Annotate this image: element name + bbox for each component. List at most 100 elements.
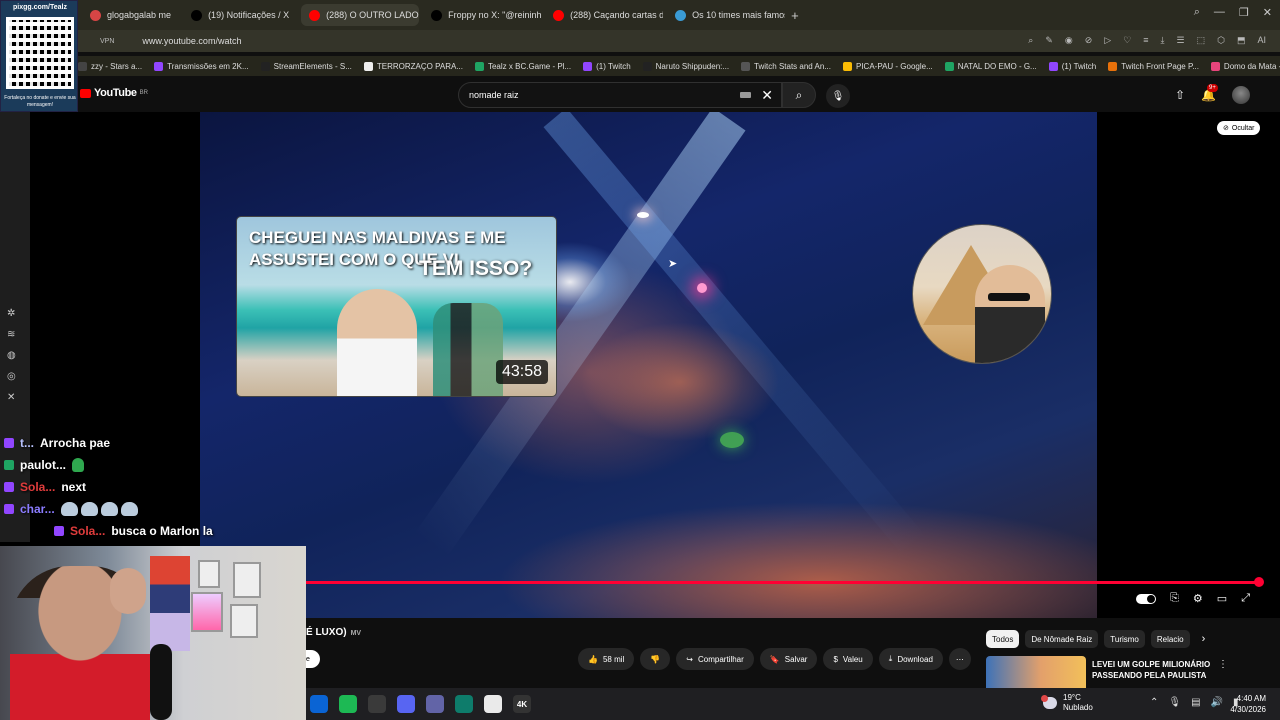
- restore-icon[interactable]: ❐: [1239, 6, 1249, 19]
- play-icon[interactable]: ▷: [1104, 35, 1111, 46]
- share-button[interactable]: ↪ Compartilhar: [676, 648, 754, 670]
- browser-tab[interactable]: Froppy no X: "@reininh: [423, 4, 541, 26]
- bookmark-item[interactable]: Twitch Front Page P...: [1108, 61, 1199, 71]
- browser-tab[interactable]: (288) Caçando cartas de: [545, 4, 663, 26]
- search-box[interactable]: nomade raiz ✕: [458, 82, 782, 108]
- browser-tab[interactable]: glogabgalab me: [82, 4, 179, 26]
- endscreen-channel-card[interactable]: [912, 224, 1052, 364]
- stack-icon[interactable]: ≋: [7, 329, 16, 340]
- ai-icon[interactable]: AI: [1257, 35, 1266, 46]
- account-avatar[interactable]: [1232, 86, 1250, 104]
- extensions-icon[interactable]: ⬚: [1197, 35, 1206, 46]
- taskbar-app-app-red-icon[interactable]: [368, 695, 386, 713]
- dislike-button[interactable]: 👎: [640, 648, 671, 670]
- search-tabs-icon[interactable]: ⌕: [1194, 6, 1200, 19]
- subscribe-button[interactable]: e: [306, 650, 320, 668]
- autoplay-toggle[interactable]: [1136, 593, 1157, 604]
- bookmark-item[interactable]: Naruto Shippuden:...: [642, 61, 729, 71]
- taskbar-app-spotify-icon[interactable]: [339, 695, 357, 713]
- tray-chevron-icon[interactable]: ⌃: [1150, 697, 1158, 708]
- fullscreen-icon[interactable]: ⤢: [1241, 592, 1250, 605]
- recommended-title[interactable]: LEVEI UM GOLPE MILIONÁRIO PASSEANDO PELA…: [1092, 659, 1232, 681]
- chevron-right-icon[interactable]: ›: [1202, 633, 1206, 645]
- keyboard-icon[interactable]: [740, 92, 751, 98]
- bookmark-item[interactable]: (1) Twitch: [1048, 61, 1096, 71]
- taskbar-app-chrome-icon[interactable]: [484, 695, 502, 713]
- search-button[interactable]: ⌕: [782, 82, 816, 108]
- settings-gear-icon[interactable]: ⚙: [1193, 592, 1203, 605]
- taskbar-app-teams-icon[interactable]: [426, 695, 444, 713]
- close-window-icon[interactable]: ✕: [1263, 6, 1272, 19]
- search-input[interactable]: nomade raiz: [469, 90, 519, 100]
- more-actions-button[interactable]: ⋯: [948, 648, 971, 670]
- camera-icon[interactable]: ◉: [1065, 35, 1073, 46]
- network-icon[interactable]: ▤: [1191, 697, 1200, 708]
- whatsapp-icon[interactable]: ◎: [7, 371, 16, 382]
- vpn-badge[interactable]: VPN: [100, 38, 114, 45]
- youtube-logo-text: YouTube: [94, 87, 137, 99]
- x-icon[interactable]: ✕: [7, 392, 16, 403]
- hide-endscreen-button[interactable]: ⊘ Ocultar: [1217, 121, 1261, 135]
- bookmark-item[interactable]: zzy - Stars a...: [78, 61, 142, 71]
- endscreen-video-card[interactable]: CHEGUEI NAS MALDIVAS E ME ASSUSTEI COM O…: [236, 216, 557, 397]
- edit-icon[interactable]: ✎: [1045, 35, 1053, 46]
- subtitles-icon[interactable]: ⎘: [1170, 592, 1179, 605]
- taskbar-app-outlook-icon[interactable]: [310, 695, 328, 713]
- bookmark-item[interactable]: Twitch Stats and An...: [741, 61, 831, 71]
- youtube-logo[interactable]: YouTube BR: [80, 87, 148, 99]
- chat-message: paulot...: [4, 454, 304, 476]
- save-button[interactable]: 🔖 Salvar: [759, 648, 818, 670]
- upload-icon[interactable]: ⇧: [1175, 88, 1185, 102]
- video-player[interactable]: ➤ ⊘ Ocultar CHEGUEI NAS MALDIVAS E ME AS…: [0, 112, 1280, 618]
- bookmark-item[interactable]: (1) Twitch: [583, 61, 631, 71]
- taskbar-app-4k-icon[interactable]: 4K: [513, 695, 531, 713]
- volume-icon[interactable]: 🔊: [1211, 697, 1223, 708]
- zoom-icon[interactable]: ⌕: [1028, 35, 1033, 46]
- bookmark-item[interactable]: TERRORZAÇO PARA...: [363, 61, 463, 71]
- browser-tab[interactable]: (288) O OUTRO LADO D: [301, 4, 420, 26]
- browser-tab[interactable]: (19) Notificações / X: [183, 4, 297, 26]
- thanks-button[interactable]: $ Valeu: [823, 648, 873, 670]
- taskbar-app-app-disc-icon[interactable]: [397, 695, 415, 713]
- filter-chip[interactable]: Turismo: [1104, 630, 1145, 648]
- recommended-menu-icon[interactable]: ⋮: [1218, 659, 1228, 670]
- weather-widget[interactable]: 19°C Nublado: [1041, 693, 1093, 713]
- clock[interactable]: 4:40 AM 4/30/2026: [1230, 693, 1266, 715]
- messenger-icon[interactable]: ◍: [7, 350, 16, 361]
- block-icon[interactable]: ⊘: [1085, 35, 1093, 46]
- wallet-icon[interactable]: ⬒: [1237, 35, 1246, 46]
- heart-icon[interactable]: ♡: [1123, 35, 1131, 46]
- new-tab-button[interactable]: +: [791, 8, 799, 23]
- progress-bar[interactable]: [306, 581, 1259, 584]
- taskbar-app-app-green-icon[interactable]: [455, 695, 473, 713]
- notifications-button[interactable]: 🔔 9+: [1201, 84, 1218, 102]
- download-icon[interactable]: ⤓: [1161, 35, 1165, 46]
- voice-search-button[interactable]: 🎙: [826, 84, 850, 108]
- bookmark-item[interactable]: PICA-PAU - Google...: [842, 61, 933, 71]
- filter-chip[interactable]: De Nômade Raiz: [1025, 630, 1099, 648]
- minimize-icon[interactable]: —: [1214, 6, 1225, 19]
- recommended-video[interactable]: LEVEI UM GOLPE MILIONÁRIO PASSEANDO PELA…: [986, 656, 1280, 688]
- bookmark-item[interactable]: StreamElements - S...: [260, 61, 352, 71]
- bookmark-item[interactable]: Transmissões em 2K...: [154, 61, 249, 71]
- sparkle-icon[interactable]: ✲: [7, 308, 16, 319]
- list-icon[interactable]: ☰: [1177, 35, 1185, 46]
- tray-mic-icon[interactable]: 🎙: [1168, 697, 1181, 708]
- progress-handle[interactable]: [1254, 577, 1264, 587]
- cube-icon[interactable]: ⬡: [1217, 35, 1225, 46]
- filter-chip[interactable]: Relacio: [1150, 630, 1190, 648]
- download-button[interactable]: ⤓ Download: [878, 648, 943, 670]
- recommended-thumbnail[interactable]: [986, 656, 1086, 688]
- like-button[interactable]: 👍 58 mil: [578, 648, 635, 670]
- miniplayer-icon[interactable]: ▭: [1217, 592, 1227, 605]
- clear-search-icon[interactable]: ✕: [761, 87, 773, 104]
- bookmark-item[interactable]: NATAL DO EMO - G...: [944, 61, 1037, 71]
- browser-tab[interactable]: Os 10 times mais famos: [667, 4, 785, 26]
- browser-tab-strip: glogabgalab me (19) Notificações / X (288)…: [0, 0, 1280, 30]
- player-controls: ⎘ ⚙ ▭ ⤢: [1136, 592, 1250, 605]
- menu-icon[interactable]: ≡: [1143, 35, 1148, 46]
- url-field[interactable]: www.youtube.com/watch: [142, 36, 241, 46]
- bookmark-item[interactable]: Tealz x BC.Game - Pl...: [474, 61, 571, 71]
- bookmark-item[interactable]: Domo da Mata - Ho...: [1210, 61, 1280, 71]
- filter-chip[interactable]: Todos: [986, 630, 1020, 648]
